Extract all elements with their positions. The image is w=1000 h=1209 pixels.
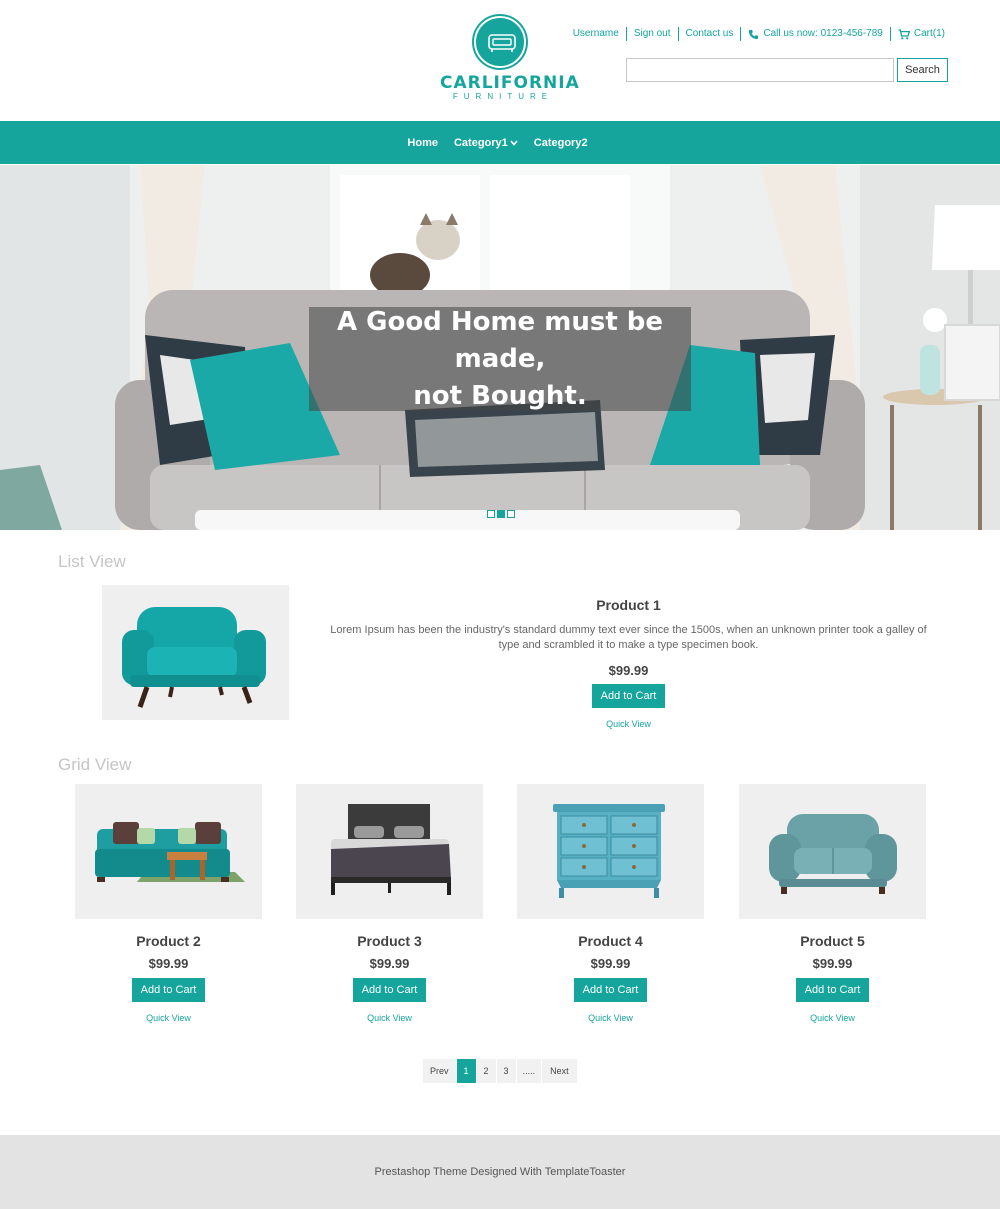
product-1-title[interactable]: Product 1 (330, 597, 927, 613)
product-5-title[interactable]: Product 5 (739, 933, 926, 949)
slider-dot-3[interactable] (507, 510, 515, 518)
chevron-down-icon (510, 139, 518, 146)
product-1-price: $99.99 (608, 663, 649, 678)
hero-line-2: not Bought. (413, 380, 587, 411)
pagination: Prev 1 2 3 ..... Next (423, 1059, 578, 1083)
search-bar: Search (626, 58, 948, 82)
product-card-4: Product 4 $99.99 Add to Cart Quick View (517, 784, 704, 1023)
product-2-price: $99.99 (148, 956, 189, 971)
product-5-quick-view-link[interactable]: Quick View (739, 1013, 926, 1023)
product-4-quick-view-link[interactable]: Quick View (517, 1013, 704, 1023)
nav-category1-label: Category1 (453, 136, 508, 149)
nav-category1[interactable]: Category1 (454, 137, 520, 149)
product-2-title[interactable]: Product 2 (75, 933, 262, 949)
username-label: Username (572, 28, 619, 39)
brand-tagline: FURNITURE (452, 92, 554, 101)
product-5-image[interactable] (739, 784, 926, 919)
nav-home-label: Home (407, 136, 438, 149)
hero-line-1: A Good Home must be made, (336, 306, 664, 374)
product-3-image[interactable] (296, 784, 483, 919)
nav-category2[interactable]: Category2 (534, 137, 590, 149)
slider-dots (487, 510, 515, 518)
sign-out-label: Sign out (633, 28, 671, 39)
pagination-ellipsis: ..... (516, 1059, 543, 1083)
sofa-logo-icon (474, 16, 526, 68)
product-4-add-to-cart-button[interactable]: Add to Cart (573, 978, 648, 1002)
call-link[interactable]: Call us now: 0123-456-789 (740, 27, 890, 41)
armchair-icon (122, 607, 266, 708)
pagination-page-3[interactable]: 3 (496, 1059, 517, 1083)
product-4-image[interactable] (517, 784, 704, 919)
product-1-quick-view-link[interactable]: Quick View (330, 719, 927, 729)
bed-icon (331, 804, 451, 895)
phone-icon (749, 29, 759, 39)
loveseat-icon (769, 814, 897, 894)
nav-category2-label: Category2 (533, 136, 588, 149)
cart-link[interactable]: Cart(1) (889, 27, 952, 41)
product-4-title[interactable]: Product 4 (517, 933, 704, 949)
product-1-add-to-cart-button[interactable]: Add to Cart (591, 684, 666, 708)
site-footer: Prestashop Theme Designed With TemplateT… (0, 1135, 1000, 1209)
pagination-prev[interactable]: Prev (423, 1059, 457, 1083)
product-3-price: $99.99 (369, 956, 410, 971)
pagination-next[interactable]: Next (542, 1059, 578, 1083)
site-header: CARLIFORNIA FURNITURE Username Sign out … (0, 0, 1000, 121)
search-button[interactable]: Search (897, 58, 948, 82)
contact-link[interactable]: Contact us (677, 27, 741, 41)
pagination-page-2[interactable]: 2 (476, 1059, 497, 1083)
product-1-image[interactable] (102, 585, 289, 720)
top-links: Username Sign out Contact us Call us now… (566, 27, 952, 41)
search-input[interactable] (626, 58, 894, 82)
product-4-price: $99.99 (590, 956, 631, 971)
contact-label: Contact us (685, 28, 734, 39)
brand-name: CARLIFORNIA (440, 73, 580, 93)
product-2-add-to-cart-button[interactable]: Add to Cart (131, 978, 206, 1002)
brand-logo[interactable]: CARLIFORNIA FURNITURE (440, 16, 580, 101)
call-label: Call us now: 0123-456-789 (763, 28, 883, 39)
product-5-add-to-cart-button[interactable]: Add to Cart (795, 978, 870, 1002)
slider-dot-1[interactable] (487, 510, 495, 518)
footer-credit: Prestashop Theme Designed With TemplateT… (374, 1166, 626, 1178)
product-card-5: Product 5 $99.99 Add to Cart Quick View (739, 784, 926, 1023)
grid-view-title: Grid View (58, 755, 132, 774)
product-card-3: Product 3 $99.99 Add to Cart Quick View (296, 784, 483, 1023)
product-2-quick-view-link[interactable]: Quick View (75, 1013, 262, 1023)
pagination-page-1[interactable]: 1 (456, 1059, 477, 1083)
product-1-info: Product 1 Lorem Ipsum has been the indus… (330, 597, 927, 729)
dresser-icon (553, 804, 665, 898)
slider-dot-2[interactable] (497, 510, 505, 518)
cart-label: Cart(1) (913, 28, 945, 39)
product-card-2: Product 2 $99.99 Add to Cart Quick View (75, 784, 262, 1023)
product-5-price: $99.99 (812, 956, 853, 971)
list-view-title: List View (58, 552, 126, 571)
cart-icon (898, 28, 910, 39)
product-1-description: Lorem Ipsum has been the industry's stan… (330, 624, 927, 651)
product-3-add-to-cart-button[interactable]: Add to Cart (352, 978, 427, 1002)
main-nav: Home Category1 Category2 (0, 121, 1000, 164)
nav-home[interactable]: Home (407, 137, 440, 149)
product-3-title[interactable]: Product 3 (296, 933, 483, 949)
hero-caption: A Good Home must be made, not Bought. (309, 307, 691, 411)
product-3-quick-view-link[interactable]: Quick View (296, 1013, 483, 1023)
sofa-icon (95, 822, 245, 882)
hero-slider[interactable]: A Good Home must be made, not Bought. (0, 165, 1000, 530)
sign-out-link[interactable]: Sign out (625, 27, 678, 41)
product-2-image[interactable] (75, 784, 262, 919)
username-link[interactable]: Username (566, 27, 626, 41)
